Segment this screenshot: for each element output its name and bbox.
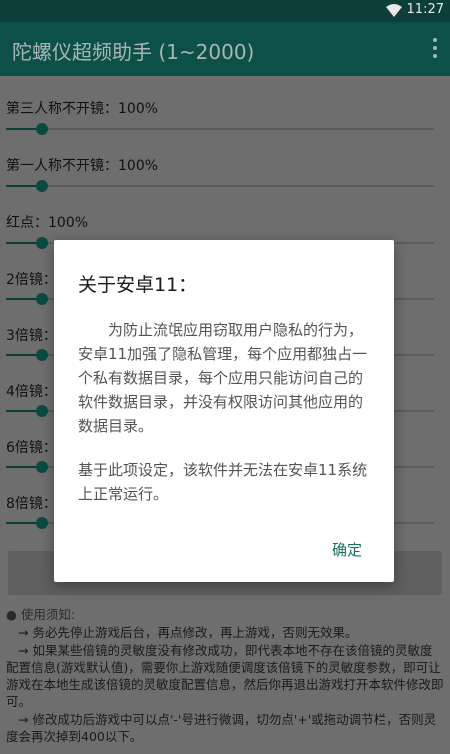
dialog-message: 为防止流氓应用窃取用户隐私的行为，安卓11加强了隐私管理，每个应用都独占一个私有…	[78, 318, 374, 526]
slider-thumb[interactable]	[36, 180, 48, 192]
note-item: → 修改成功后游戏中可以点'-'号进行微调，切勿点'+'或拖动调节栏，否则灵度会…	[6, 712, 437, 744]
android11-dialog: 关于安卓11： 为防止流氓应用窃取用户隐私的行为，安卓11加强了隐私管理，每个应…	[54, 240, 394, 582]
notes-heading: ● 使用须知:	[6, 607, 76, 622]
slider-thumb[interactable]	[36, 405, 48, 417]
setting-first-person: 第一人称不开镜：100%	[6, 155, 446, 175]
note-item: → 务必先停止游戏后台，再点修改，再上游戏，否则无效果。	[18, 625, 358, 640]
slider-thumb[interactable]	[36, 349, 48, 361]
overflow-menu-icon[interactable]	[430, 38, 440, 60]
slider-thumb[interactable]	[36, 123, 48, 135]
status-bar: 11:27	[0, 0, 450, 22]
dialog-paragraph: 为防止流氓应用窃取用户隐私的行为，安卓11加强了隐私管理，每个应用都独占一个私有…	[78, 321, 368, 435]
setting-label: 红点：100%	[6, 215, 89, 231]
slider-thumb[interactable]	[36, 517, 48, 529]
usage-notes: ● 使用须知: → 务必先停止游戏后台，再点修改，再上游戏，否则无效果。 → 如…	[6, 606, 444, 746]
slider-thumb[interactable]	[36, 237, 48, 249]
dialog-title: 关于安卓11：	[78, 274, 198, 296]
slider-thumb[interactable]	[36, 461, 48, 473]
setting-label: 第三人称不开镜：100%	[6, 101, 159, 117]
slider-thumb[interactable]	[36, 293, 48, 305]
setting-slider[interactable]	[6, 122, 434, 136]
setting-slider[interactable]	[6, 179, 434, 193]
setting-red-dot: 红点：100%	[6, 212, 446, 232]
app-bar: 陀螺仪超频助手 (1~2000)	[0, 22, 450, 76]
wifi-icon	[386, 4, 402, 17]
app-title: 陀螺仪超频助手 (1~2000)	[12, 40, 255, 64]
setting-third-person: 第三人称不开镜：100%	[6, 98, 446, 118]
status-time: 11:27	[406, 2, 444, 17]
dialog-paragraph: 基于此项设定，该软件并无法在安卓11系统上正常运行。	[78, 461, 368, 503]
setting-label: 第一人称不开镜：100%	[6, 158, 159, 174]
note-item: → 如果某些倍镜的灵敏度没有修改成功，即代表本地不存在该倍镜的灵敏度配置信息(游…	[6, 643, 444, 709]
ok-button[interactable]: 确定	[332, 539, 362, 560]
